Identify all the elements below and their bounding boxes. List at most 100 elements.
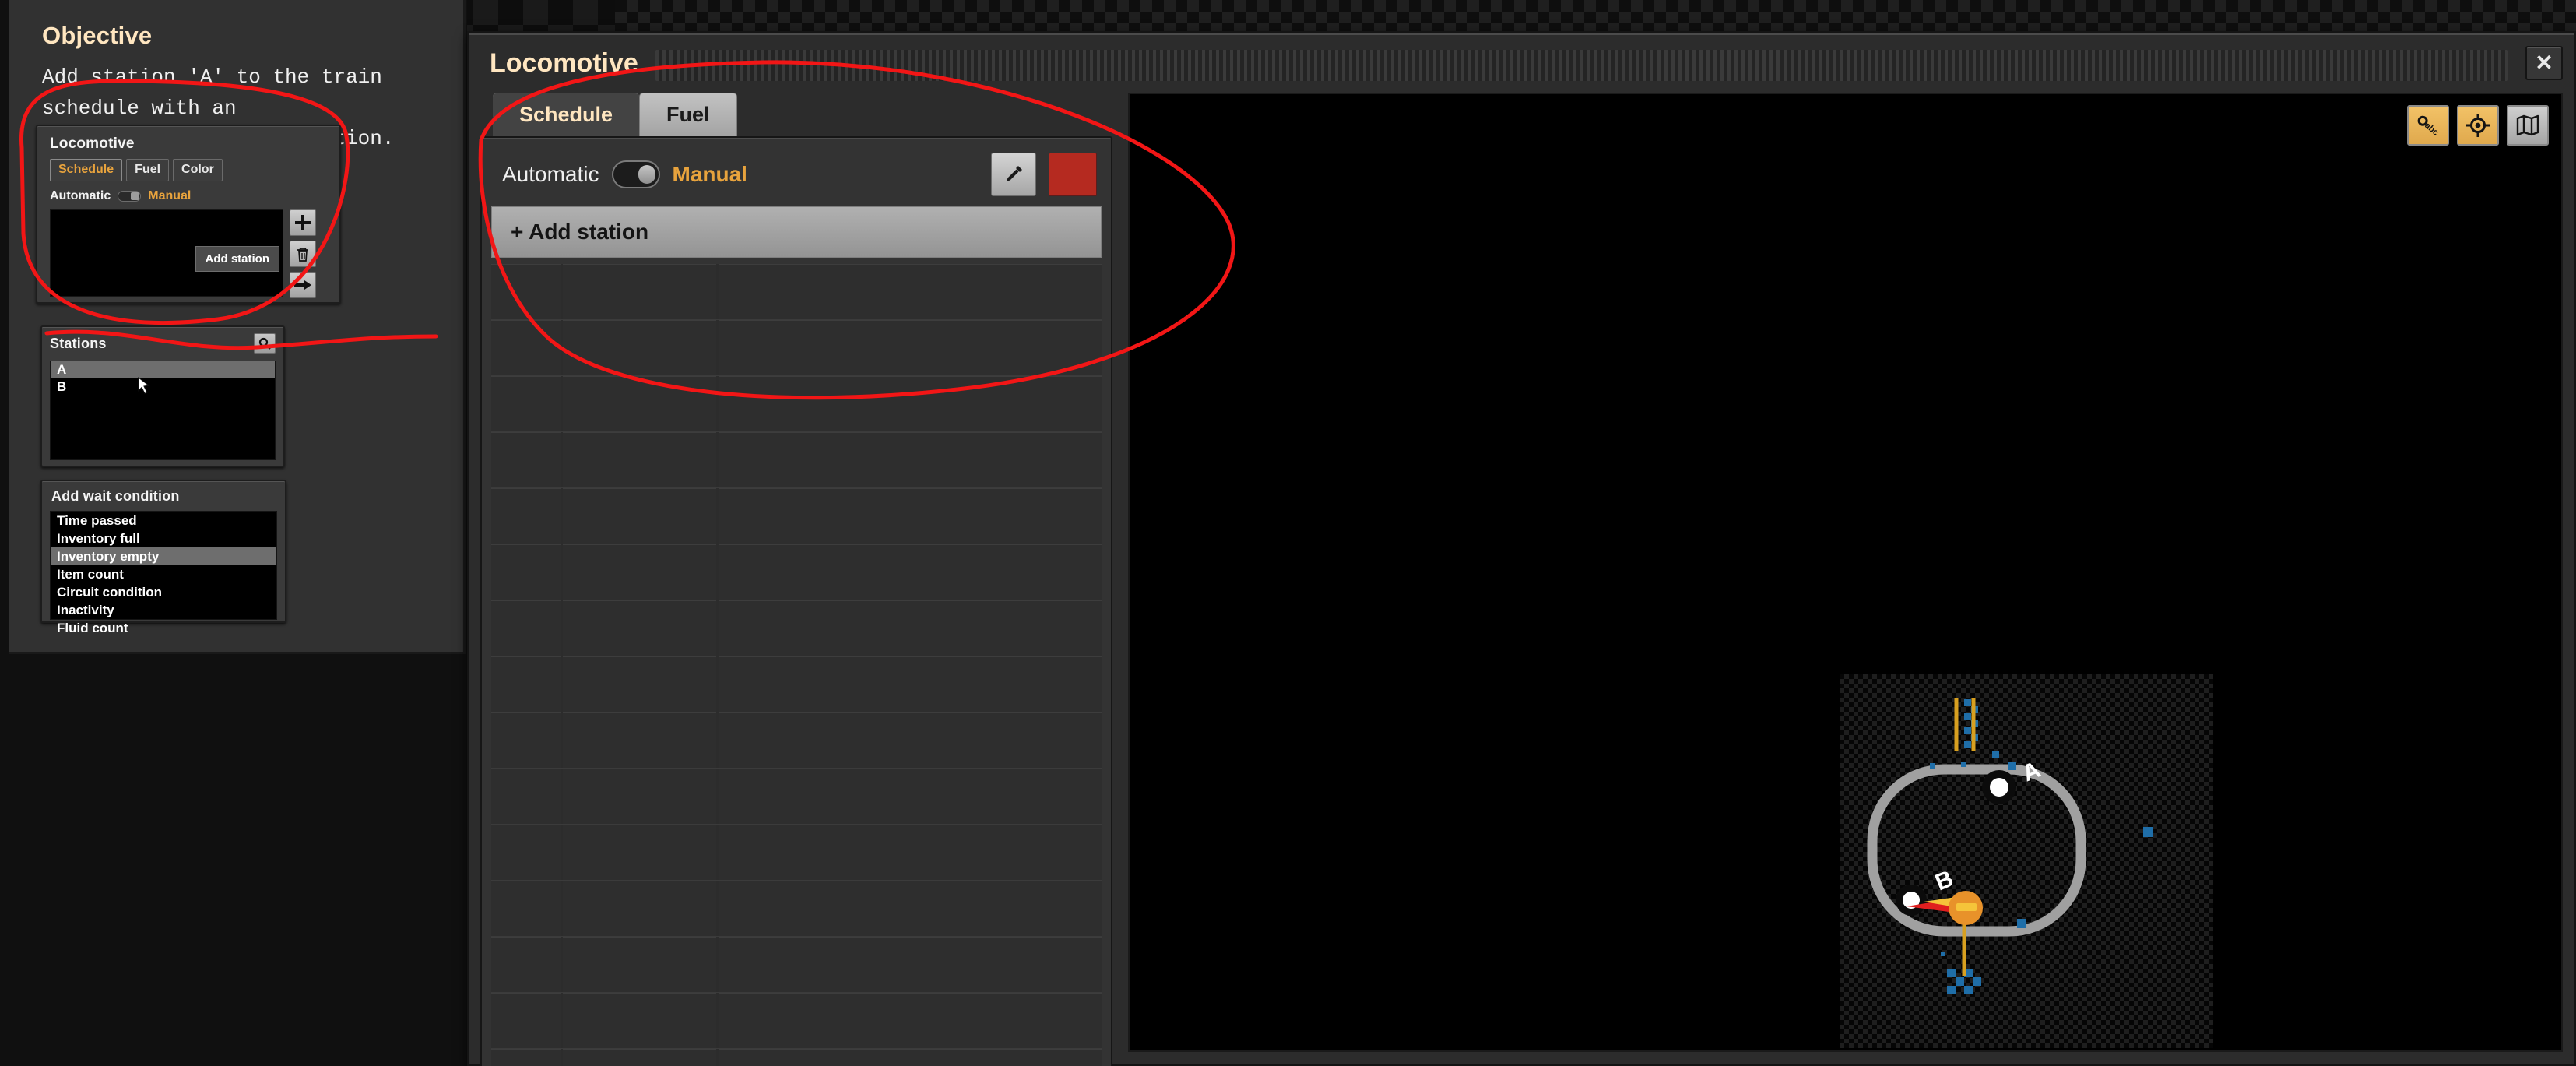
tab-fuel[interactable]: Fuel xyxy=(639,93,737,136)
wait-condition-item-inactivity[interactable]: Inactivity xyxy=(51,601,276,619)
schedule-cell xyxy=(719,488,1102,544)
minimap-canvas: A B xyxy=(1867,698,2153,994)
pipette-button[interactable] xyxy=(991,153,1036,196)
mini-tab-color[interactable]: Color xyxy=(173,159,223,181)
add-station-button[interactable]: + Add station xyxy=(491,206,1102,258)
add-wait-condition-panel: Add wait condition Time passed Inventory… xyxy=(40,480,286,635)
schedule-cell xyxy=(719,432,1102,487)
dialog-close-button[interactable]: ✕ xyxy=(2525,46,2563,80)
tab-schedule[interactable]: Schedule xyxy=(493,93,640,136)
dialog-title: Locomotive xyxy=(490,47,638,78)
train-color-swatch[interactable] xyxy=(1049,153,1097,196)
minimap[interactable]: A B xyxy=(1840,674,2213,1048)
schedule-empty-row[interactable] xyxy=(491,769,1102,825)
schedule-cell xyxy=(563,320,719,375)
stations-panel: Stations A B xyxy=(40,325,285,467)
dialog-titlebar[interactable]: Locomotive ✕ xyxy=(469,33,2574,93)
wait-condition-item-circuit-condition[interactable]: Circuit condition xyxy=(51,583,276,601)
mini-goto-button[interactable] xyxy=(290,272,316,298)
schedule-entries-grid[interactable] xyxy=(491,264,1102,1066)
station-list-item-a[interactable]: A xyxy=(51,361,275,378)
mini-button-column xyxy=(290,209,316,298)
schedule-empty-row[interactable] xyxy=(491,376,1102,432)
toggle-map-button[interactable] xyxy=(2507,105,2549,146)
schedule-cell xyxy=(491,544,563,600)
schedule-empty-row[interactable] xyxy=(491,656,1102,712)
schedule-cell xyxy=(491,600,563,656)
mini-mode-toggle[interactable] xyxy=(118,191,142,202)
abc-tag-icon: abc xyxy=(2417,115,2440,138)
search-icon xyxy=(258,337,271,350)
schedule-empty-row[interactable] xyxy=(491,993,1102,1049)
schedule-panel: Automatic Manual + Add station xyxy=(480,136,1112,1066)
schedule-empty-row[interactable] xyxy=(491,937,1102,993)
schedule-cell xyxy=(719,769,1102,824)
schedule-cell xyxy=(563,600,719,656)
wait-condition-item-item-count[interactable]: Item count xyxy=(51,565,276,583)
mini-add-station-button[interactable] xyxy=(290,209,316,236)
mini-delete-button[interactable] xyxy=(290,241,316,267)
schedule-cell xyxy=(563,488,719,544)
mini-schedule-body: Add station xyxy=(50,209,330,298)
schedule-empty-row[interactable] xyxy=(491,432,1102,488)
automatic-manual-toggle[interactable] xyxy=(611,160,660,188)
manual-label: Manual xyxy=(672,162,747,186)
wait-condition-item-inventory-full[interactable]: Inventory full xyxy=(51,529,276,547)
schedule-empty-row[interactable] xyxy=(491,1049,1102,1066)
mini-tab-schedule[interactable]: Schedule xyxy=(50,159,123,181)
mode-row: Automatic Manual xyxy=(491,146,1102,203)
schedule-empty-row[interactable] xyxy=(491,881,1102,937)
schedule-empty-row[interactable] xyxy=(491,264,1102,320)
stations-list[interactable]: A B xyxy=(50,361,276,460)
map-preview-column[interactable]: abc A B xyxy=(1128,93,2563,1052)
schedule-cell xyxy=(491,488,563,544)
wait-condition-list[interactable]: Time passed Inventory full Inventory emp… xyxy=(50,511,277,635)
dialog-body: Schedule Fuel Automatic Manual + Add sta… xyxy=(469,93,2574,1066)
schedule-cell xyxy=(563,881,719,936)
wait-condition-item-time-passed[interactable]: Time passed xyxy=(51,512,276,529)
stations-search-button[interactable] xyxy=(254,333,276,354)
schedule-empty-row[interactable] xyxy=(491,712,1102,769)
schedule-cell xyxy=(719,712,1102,768)
mini-manual-label: Manual xyxy=(148,189,192,202)
schedule-empty-row[interactable] xyxy=(491,600,1102,656)
schedule-cell xyxy=(491,656,563,712)
schedule-empty-row[interactable] xyxy=(491,488,1102,544)
dialog-drag-handle[interactable] xyxy=(655,50,2508,81)
stations-header: Stations xyxy=(50,333,276,354)
locomotive-dialog: Locomotive ✕ Schedule Fuel Automatic Man… xyxy=(467,31,2576,1066)
schedule-cell xyxy=(491,376,563,431)
schedule-cell xyxy=(719,544,1102,600)
schedule-cell xyxy=(563,993,719,1048)
schedule-cell xyxy=(563,1049,719,1066)
screen-root: Objective Add station 'A' to the train s… xyxy=(0,0,2576,1066)
schedule-cell xyxy=(563,544,719,600)
map-icon xyxy=(2516,114,2539,136)
show-labels-button[interactable]: abc xyxy=(2407,105,2449,146)
mini-tab-fuel[interactable]: Fuel xyxy=(126,159,170,181)
schedule-cell xyxy=(491,264,563,319)
arrow-right-icon xyxy=(294,280,311,290)
station-list-item-b[interactable]: B xyxy=(51,378,275,396)
schedule-empty-row[interactable] xyxy=(491,320,1102,376)
wait-condition-item-inventory-empty[interactable]: Inventory empty xyxy=(51,547,276,565)
wait-condition-item-fluid-count[interactable]: Fluid count xyxy=(51,619,276,637)
schedule-cell xyxy=(563,825,719,880)
center-on-player-button[interactable] xyxy=(2457,105,2499,146)
schedule-cell xyxy=(491,712,563,768)
pipette-icon xyxy=(1007,166,1022,181)
schedule-cell xyxy=(491,320,563,375)
schedule-cell xyxy=(491,769,563,824)
mini-schedule-list[interactable]: Add station xyxy=(50,209,283,297)
schedule-cell xyxy=(719,376,1102,431)
schedule-empty-row[interactable] xyxy=(491,825,1102,881)
schedule-cell xyxy=(719,993,1102,1048)
station-label-a: A xyxy=(2019,757,2044,787)
wait-condition-title: Add wait condition xyxy=(51,488,180,504)
schedule-cell xyxy=(719,825,1102,880)
schedule-cell xyxy=(719,937,1102,992)
station-label-b: B xyxy=(1931,866,1956,896)
schedule-cell xyxy=(719,656,1102,712)
mini-locomotive-tabs: Schedule Fuel Color xyxy=(50,159,330,181)
schedule-empty-row[interactable] xyxy=(491,544,1102,600)
